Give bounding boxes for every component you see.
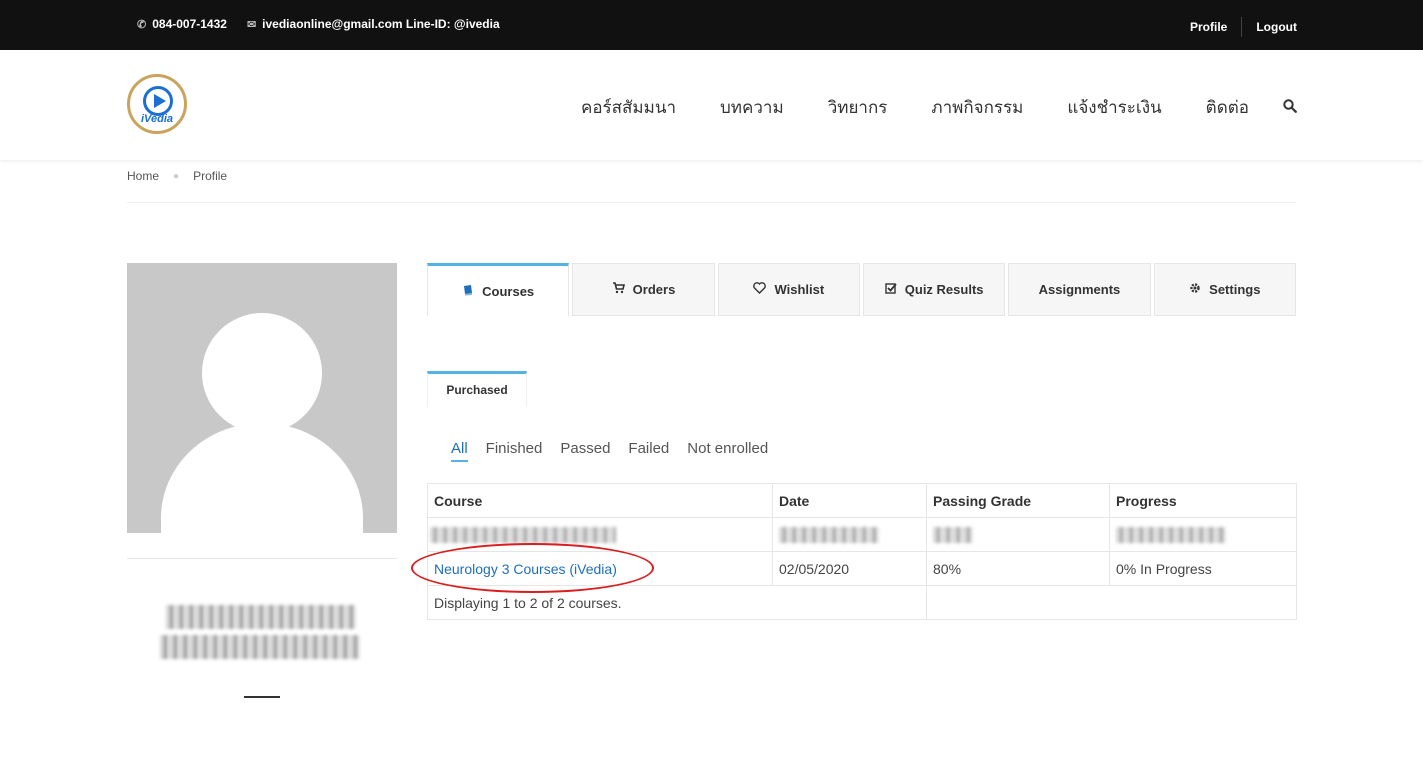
- breadcrumb-current: Profile: [193, 169, 228, 183]
- avatar-head-shape: [202, 313, 322, 433]
- column-header-date: Date: [772, 483, 927, 518]
- column-header-progress: Progress: [1109, 483, 1297, 518]
- empty-cell: [926, 585, 1297, 620]
- book-icon: [462, 284, 474, 299]
- filter-not-enrolled[interactable]: Not enrolled: [687, 440, 768, 462]
- nav-item-articles[interactable]: บทความ: [720, 94, 784, 121]
- tab-label: Wishlist: [774, 282, 825, 297]
- filter-all[interactable]: All: [451, 440, 468, 462]
- tab-settings[interactable]: Settings: [1153, 263, 1296, 316]
- tab-purchased[interactable]: Purchased: [427, 371, 527, 407]
- gear-icon: [1189, 282, 1201, 297]
- tab-label: Orders: [632, 282, 676, 297]
- nav-item-seminar-courses[interactable]: คอร์สสัมมนา: [581, 94, 676, 121]
- column-header-passing-grade: Passing Grade: [926, 483, 1110, 518]
- profile-tabs: Courses Orders Wishlist Quiz Results Ass…: [427, 263, 1296, 316]
- table-header-row: Course Date Passing Grade Progress: [427, 483, 1297, 518]
- nav-item-payment-notice[interactable]: แจ้งชำระเงิน: [1067, 94, 1161, 121]
- breadcrumb-separator: ●: [173, 170, 180, 182]
- site-header: iVedia คอร์สสัมมนา บทความ วิทยากร ภาพกิจ…: [0, 50, 1423, 160]
- tab-assignments[interactable]: Assignments: [1008, 263, 1151, 316]
- phone-number: 084-007-1432: [152, 17, 227, 31]
- course-cell-redacted[interactable]: [427, 517, 773, 552]
- tab-label: Courses: [482, 283, 535, 299]
- account-links: Profile Logout: [1190, 17, 1297, 37]
- filter-failed[interactable]: Failed: [628, 440, 669, 462]
- envelope-icon: ✉: [246, 18, 257, 31]
- site-logo[interactable]: iVedia: [127, 74, 187, 134]
- progress-cell-redacted: [1109, 517, 1297, 552]
- tab-label: Settings: [1209, 282, 1261, 297]
- date-cell: 02/05/2020: [772, 551, 927, 586]
- search-icon[interactable]: [1283, 98, 1297, 117]
- divider: [127, 202, 1296, 203]
- tab-orders[interactable]: Orders: [572, 263, 715, 316]
- name-underline: [244, 696, 280, 698]
- profile-link[interactable]: Profile: [1190, 20, 1227, 34]
- grade-cell: 80%: [926, 551, 1110, 586]
- tab-label: Assignments: [1038, 282, 1121, 297]
- pagination-summary: Displaying 1 to 2 of 2 courses.: [427, 585, 927, 620]
- tab-quiz-results[interactable]: Quiz Results: [862, 263, 1006, 316]
- table-row: [427, 517, 1297, 552]
- contact-info: ✆ 084-007-1432 ✉ ivediaonline@gmail.com …: [137, 17, 500, 31]
- nav-item-gallery[interactable]: ภาพกิจกรรม: [931, 94, 1023, 121]
- logo-text: iVedia: [141, 113, 173, 125]
- tab-label: Quiz Results: [904, 282, 984, 297]
- table-row: Neurology 3 Courses (iVedia) 02/05/2020 …: [427, 551, 1297, 586]
- column-header-course: Course: [427, 483, 773, 518]
- breadcrumb-home[interactable]: Home: [127, 169, 159, 183]
- filter-passed[interactable]: Passed: [560, 440, 610, 462]
- grade-cell-redacted: [926, 517, 1110, 552]
- avatar: [127, 263, 397, 533]
- course-link[interactable]: Neurology 3 Courses (iVedia): [434, 561, 617, 577]
- tab-wishlist[interactable]: Wishlist: [717, 263, 860, 316]
- cart-icon: [612, 282, 625, 297]
- avatar-body-shape: [161, 423, 363, 533]
- filter-finished[interactable]: Finished: [486, 440, 543, 462]
- nav-item-speakers[interactable]: วิทยากร: [828, 94, 888, 121]
- nav-item-contact[interactable]: ติดต่อ: [1206, 94, 1249, 121]
- user-name-redacted: [160, 605, 360, 667]
- course-cell: Neurology 3 Courses (iVedia): [427, 551, 773, 586]
- table-footer-row: Displaying 1 to 2 of 2 courses.: [427, 585, 1297, 620]
- course-filters: All Finished Passed Failed Not enrolled: [451, 440, 786, 462]
- divider: [127, 558, 397, 559]
- phone-icon: ✆: [137, 18, 147, 31]
- heart-icon: [753, 282, 767, 297]
- tab-courses[interactable]: Courses: [427, 263, 570, 316]
- date-cell-redacted: [772, 517, 927, 552]
- logout-link[interactable]: Logout: [1256, 20, 1297, 34]
- email-line: ivediaonline@gmail.com Line-ID: @ivedia: [262, 17, 500, 31]
- main-nav: คอร์สสัมมนา บทความ วิทยากร ภาพกิจกรรม แจ…: [537, 94, 1297, 121]
- check-square-icon: [885, 282, 897, 297]
- play-icon: [143, 86, 173, 116]
- courses-table: Course Date Passing Grade Progress Neuro…: [427, 483, 1297, 620]
- progress-cell: 0% In Progress: [1109, 551, 1297, 586]
- breadcrumb: Home ● Profile: [127, 169, 227, 183]
- top-bar: ✆ 084-007-1432 ✉ ivediaonline@gmail.com …: [0, 0, 1423, 50]
